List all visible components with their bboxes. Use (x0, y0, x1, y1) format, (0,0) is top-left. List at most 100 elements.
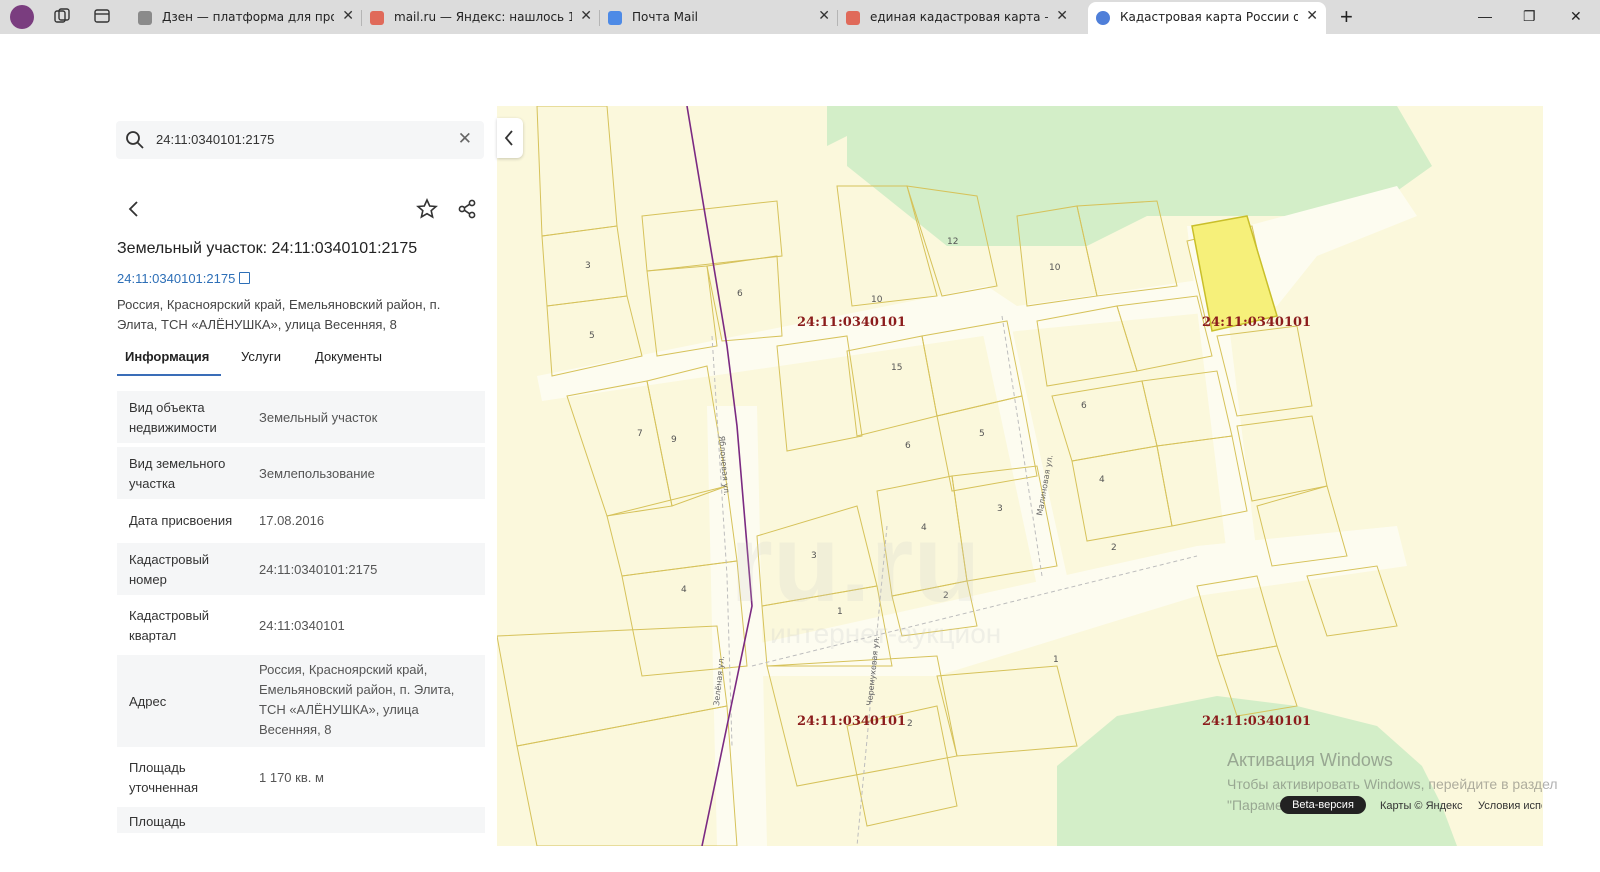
browser-tab[interactable]: единая кадастровая карта — Янд ✕ (838, 2, 1076, 34)
map-attribution[interactable]: Карты © Яндекс (1380, 800, 1463, 812)
info-key: Адрес (129, 694, 167, 709)
info-key: Вид земельного участка (129, 456, 226, 491)
tab-title: Дзен — платформа для просмотра (162, 10, 334, 24)
tab-services[interactable]: Услуги (241, 349, 281, 364)
info-value: 1 170 кв. м (259, 770, 324, 785)
tab-information[interactable]: Информация (125, 349, 209, 364)
beta-badge[interactable]: Beta-версия (1280, 796, 1366, 814)
new-tab-icon[interactable]: + (1340, 4, 1353, 30)
tab-favicon-icon (846, 11, 860, 25)
browser-tab-active[interactable]: Кадастровая карта России онлайн ✕ (1088, 2, 1326, 34)
tab-favicon-icon (370, 11, 384, 25)
minimize-icon[interactable]: — (1478, 8, 1492, 24)
tab-favicon-icon (138, 11, 152, 25)
map-canvas[interactable]: 3 5 6 7 9 4 3 1 10 12 15 6 5 4 3 2 10 6 … (497, 106, 1543, 846)
tab-close-icon[interactable]: ✕ (818, 8, 830, 24)
info-key: Кадастровый квартал (129, 608, 210, 643)
favorite-star-icon[interactable] (415, 197, 439, 221)
info-value: 17.08.2016 (259, 513, 325, 528)
plot-number: 6 (905, 441, 911, 451)
share-icon[interactable] (455, 197, 479, 221)
plot-number: 5 (979, 429, 985, 439)
info-row: Площадь уточненная 1 170 кв. м (117, 751, 485, 803)
info-value: Землепользование (259, 466, 375, 481)
info-key: Вид объекта недвижимости (129, 400, 217, 435)
quarter-label: 24:11:0340101 (1202, 714, 1311, 729)
plot-number: 12 (947, 237, 958, 247)
plot-number: 7 (637, 429, 643, 439)
object-title: Земельный участок: 24:11:0340101:2175 (117, 240, 418, 257)
restore-icon[interactable]: ❐ (1523, 8, 1536, 25)
collapse-panel-button[interactable] (497, 118, 523, 158)
copy-icon[interactable] (239, 272, 250, 284)
info-key: Площадь (129, 814, 186, 829)
plot-number: 4 (1099, 475, 1105, 485)
tab-title: Почта Mail (632, 10, 698, 24)
plot-number: 15 (891, 363, 902, 373)
quarter-label: 24:11:0340101 (797, 714, 906, 729)
plot-number: 1 (1053, 655, 1059, 665)
info-tabs: Информация Услуги Документы (117, 342, 479, 376)
search-bar[interactable]: 24:11:0340101:2175 ✕ (116, 121, 484, 159)
tab-close-icon[interactable]: ✕ (580, 8, 592, 24)
plot-number: 6 (737, 289, 743, 299)
quarter-label: 24:11:0340101 (797, 315, 906, 330)
clear-search-icon[interactable]: ✕ (458, 129, 472, 149)
plot-number: 5 (589, 331, 595, 341)
watermark-logo: интернет-аукцион (770, 618, 1002, 649)
info-value: Земельный участок (259, 410, 378, 425)
cad-number-link[interactable]: 24:11:0340101:2175 (117, 271, 235, 286)
tab-title: mail.ru — Яндекс: нашлось 16 млн (394, 10, 572, 24)
info-row: Кадастровый номер 24:11:0340101:2175 (117, 543, 485, 595)
collections-icon[interactable] (52, 7, 72, 27)
tab-title: единая кадастровая карта — Янд (870, 10, 1048, 24)
windows-activation-text: Чтобы активировать Windows, перейдите в … (1227, 776, 1558, 792)
plot-number: 9 (671, 435, 677, 445)
info-value: 24:11:0340101:2175 (259, 562, 378, 577)
plot-number: 4 (681, 585, 687, 595)
active-tab-indicator (117, 374, 221, 376)
quarter-label: 24:11:0340101 (1202, 315, 1311, 330)
cadastral-map[interactable]: 3 5 6 7 9 4 3 1 10 12 15 6 5 4 3 2 10 6 … (497, 106, 1543, 846)
tab-close-icon[interactable]: ✕ (1056, 8, 1068, 24)
plot-number: 3 (997, 504, 1003, 514)
watermark-logo: ru.ru (730, 502, 981, 625)
info-value: 24:11:0340101 (259, 618, 345, 633)
profile-avatar-icon[interactable] (10, 5, 34, 29)
info-value: Россия, Красноярский край, Емельяновский… (259, 662, 455, 737)
info-row: Адрес Россия, Красноярский край, Емельян… (117, 655, 485, 747)
tab-actions-icon[interactable] (92, 7, 112, 27)
windows-activation-title: Активация Windows (1227, 750, 1393, 770)
plot-number: 10 (871, 295, 883, 305)
info-row: Площадь (117, 807, 485, 833)
browser-tab[interactable]: mail.ru — Яндекс: нашлось 16 млн ✕ (362, 2, 600, 34)
info-key: Кадастровый номер (129, 552, 210, 587)
close-window-icon[interactable]: ✕ (1570, 8, 1582, 25)
tab-documents[interactable]: Документы (315, 349, 382, 364)
info-row: Вид земельного участка Землепользование (117, 447, 485, 499)
browser-tab[interactable]: Почта Mail ✕ (600, 2, 838, 34)
plot-number: 6 (1081, 401, 1087, 411)
tab-title: Кадастровая карта России онлайн (1120, 10, 1298, 24)
road (977, 306, 1067, 586)
tab-close-icon[interactable]: ✕ (342, 8, 354, 24)
plot-number: 2 (907, 719, 913, 729)
info-key: Дата присвоения (129, 513, 233, 528)
search-input[interactable]: 24:11:0340101:2175 (156, 132, 274, 147)
plot-number: 2 (1111, 543, 1117, 553)
info-row: Кадастровый квартал 24:11:0340101 (117, 599, 485, 651)
info-key: Площадь уточненная (129, 760, 199, 795)
back-icon[interactable] (122, 197, 146, 221)
object-address: Россия, Красноярский край, Емельяновский… (117, 297, 441, 332)
tab-favicon-icon (608, 11, 622, 25)
plot-number: 3 (585, 261, 591, 271)
plot-number: 10 (1049, 263, 1061, 273)
tab-close-icon[interactable]: ✕ (1306, 8, 1318, 24)
info-row: Вид объекта недвижимости Земельный участ… (117, 391, 485, 443)
info-row: Дата присвоения 17.08.2016 (117, 503, 485, 539)
tab-favicon-icon (1096, 11, 1110, 25)
browser-tab-bar: Дзен — платформа для просмотра ✕ mail.ru… (0, 0, 1600, 34)
browser-tab[interactable]: Дзен — платформа для просмотра ✕ (130, 2, 362, 34)
map-terms-link[interactable]: Условия использования (1478, 800, 1542, 812)
search-icon (126, 131, 144, 149)
